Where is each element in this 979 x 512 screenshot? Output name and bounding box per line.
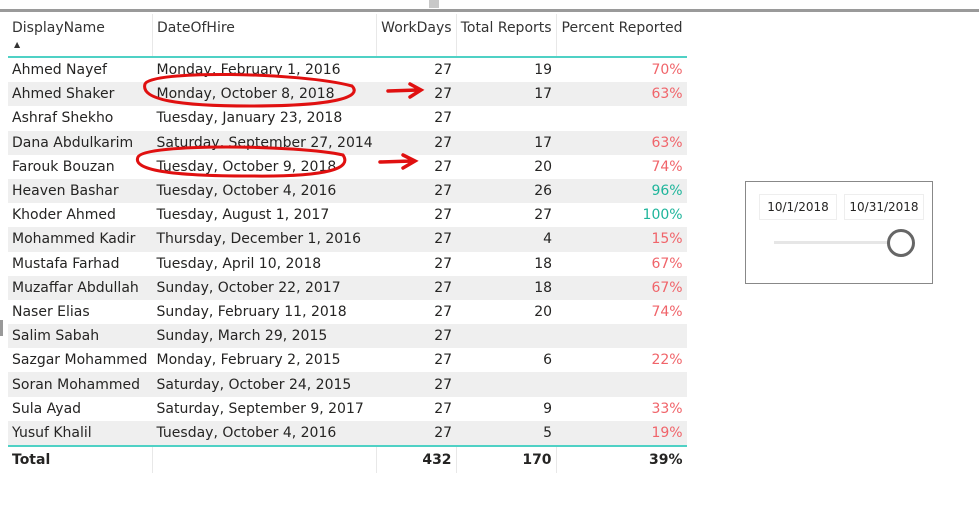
annotation-arrow xyxy=(378,153,419,170)
annotation-layer xyxy=(135,72,425,178)
annotation-circle xyxy=(135,145,347,178)
annotation-arrow xyxy=(386,82,425,99)
annotation-circle xyxy=(143,72,356,108)
